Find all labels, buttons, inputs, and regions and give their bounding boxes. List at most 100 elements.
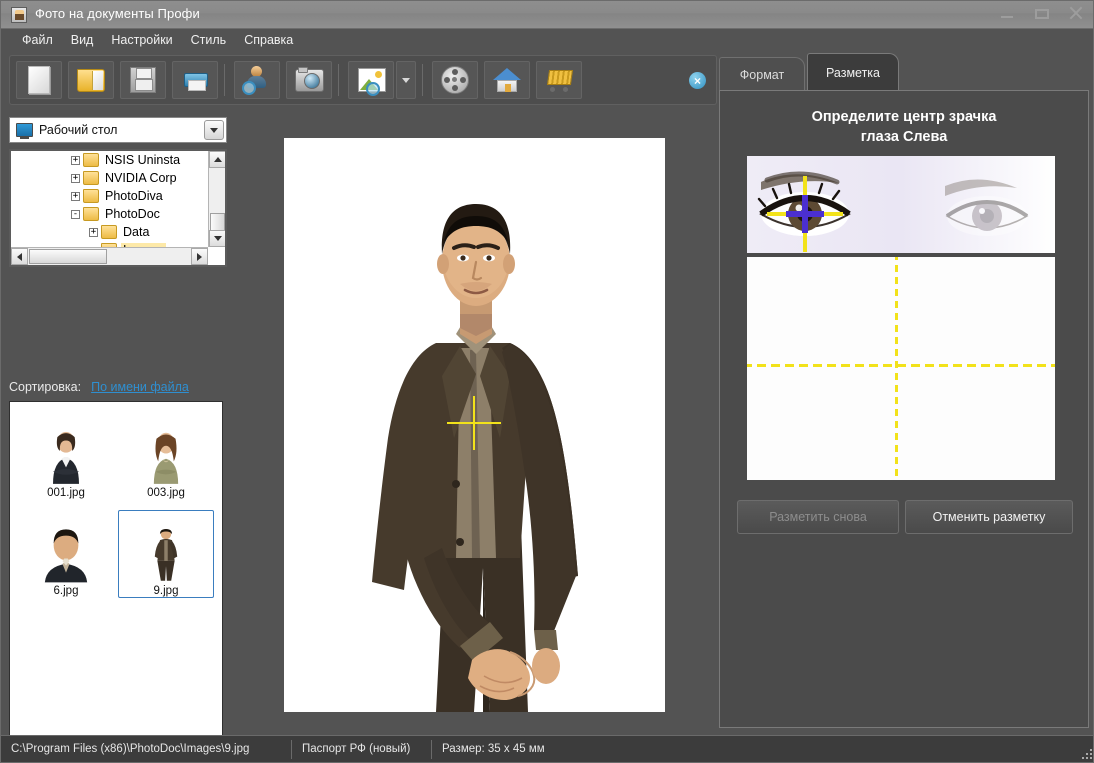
triangle-left-icon xyxy=(17,253,22,261)
photo-canvas[interactable] xyxy=(284,138,665,712)
toolbar-save-button[interactable] xyxy=(120,61,166,99)
thumbnail-label: 9.jpg xyxy=(154,585,179,597)
tree-item-label: PhotoDoc xyxy=(103,207,162,221)
menu-item-settings[interactable]: Настройки xyxy=(102,31,181,49)
remark-again-button[interactable]: Разметить снова xyxy=(737,500,899,534)
cancel-markup-button[interactable]: Отменить разметку xyxy=(905,500,1073,534)
scroll-down-button[interactable] xyxy=(209,230,226,247)
thumbnail-item[interactable]: 9.jpg xyxy=(118,510,214,598)
tree-item[interactable]: +NVIDIA Corp xyxy=(11,169,208,187)
thumbnail-image xyxy=(124,421,208,485)
print-icon xyxy=(180,65,210,95)
eye-reference-image xyxy=(747,156,1055,253)
menu-item-style[interactable]: Стиль xyxy=(182,31,236,49)
scroll-up-button[interactable] xyxy=(209,151,226,168)
chevron-down-icon xyxy=(210,128,218,133)
menu-item-help[interactable]: Справка xyxy=(235,31,302,49)
window-title: Фото на документы Профи xyxy=(35,6,200,21)
folder-icon xyxy=(83,153,99,167)
desktop-icon xyxy=(16,123,33,137)
toolbar-preview-dropdown[interactable] xyxy=(396,61,416,99)
toolbar-open-button[interactable] xyxy=(68,61,114,99)
scroll-right-button[interactable] xyxy=(191,248,208,265)
menu-bar: Файл Вид Настройки Стиль Справка xyxy=(1,29,1094,51)
toolbar-separator xyxy=(422,64,423,96)
tree-item[interactable]: + PhotoDiva xyxy=(11,187,208,205)
toolbar-find-person-button[interactable] xyxy=(234,61,280,99)
guide-line-vertical xyxy=(895,257,898,480)
expand-icon[interactable]: + xyxy=(71,192,80,201)
thumbnail-label: 001.jpg xyxy=(47,487,85,499)
thumbnail-image xyxy=(24,519,108,583)
folder-icon xyxy=(83,189,99,203)
window-controls xyxy=(997,5,1087,21)
scroll-left-button[interactable] xyxy=(11,248,28,265)
tree-horizontal-scrollbar[interactable] xyxy=(11,247,208,265)
title-bar: Фото на документы Профи xyxy=(1,1,1094,29)
markup-heading: Определите центр зрачка глаза Слева xyxy=(720,107,1088,147)
tree-item[interactable]: - PhotoDoc xyxy=(11,205,208,223)
menu-item-file[interactable]: Файл xyxy=(13,31,62,49)
toolbar-home-button[interactable] xyxy=(484,61,530,99)
eye-center-marker xyxy=(767,176,843,252)
toolbar-print-button[interactable] xyxy=(172,61,218,99)
tree-vertical-scrollbar[interactable] xyxy=(208,151,225,247)
triangle-up-icon xyxy=(214,157,222,162)
minimize-icon[interactable] xyxy=(997,5,1019,21)
toolbar-preview-button[interactable] xyxy=(348,61,394,99)
camera-icon xyxy=(294,65,324,95)
expand-icon[interactable]: + xyxy=(71,156,80,165)
open-folder-icon xyxy=(76,65,106,95)
tree-item-label: PhotoDiva xyxy=(103,189,165,203)
folder-tree[interactable]: +NSIS Uninsta+NVIDIA Corp+PhotoDiva-Phot… xyxy=(9,149,227,267)
markup-buttons: Разметить снова Отменить разметку xyxy=(737,500,1073,534)
thumbnail-item[interactable]: 6.jpg xyxy=(18,510,114,598)
resize-grip[interactable] xyxy=(1078,745,1092,759)
toolbar-cart-button[interactable] xyxy=(536,61,582,99)
sort-link[interactable]: По имени файла xyxy=(91,380,189,394)
photo-image xyxy=(284,138,665,712)
location-combobox[interactable]: Рабочий стол xyxy=(9,117,227,143)
thumbnail-label: 003.jpg xyxy=(147,487,185,499)
maximize-icon[interactable] xyxy=(1031,5,1053,21)
scroll-thumb-horizontal[interactable] xyxy=(29,249,107,264)
film-reel-icon xyxy=(440,65,470,95)
toolbar-new-button[interactable] xyxy=(16,61,62,99)
folder-icon xyxy=(83,207,99,221)
expand-icon[interactable]: + xyxy=(71,174,80,183)
thumbnail-item[interactable]: 001.jpg xyxy=(18,412,114,500)
application-window: Фото на документы Профи Файл Вид Настрой… xyxy=(0,0,1094,763)
expand-icon[interactable]: + xyxy=(89,228,98,237)
collapse-icon[interactable]: - xyxy=(71,210,80,219)
app-portrait-icon xyxy=(11,7,27,23)
save-icon xyxy=(128,65,158,95)
toolbar-close-icon[interactable]: × xyxy=(689,72,706,89)
tab-format[interactable]: Формат xyxy=(719,57,805,91)
folder-icon xyxy=(83,171,99,185)
home-icon xyxy=(492,65,522,95)
location-dropdown-button[interactable] xyxy=(204,120,224,140)
tab-markup[interactable]: Разметка xyxy=(807,53,899,91)
tree-item[interactable]: +Data xyxy=(11,223,208,241)
toolbar-film-button[interactable] xyxy=(432,61,478,99)
thumbnail-image xyxy=(24,421,108,485)
markup-guide-area[interactable] xyxy=(747,257,1055,480)
dropdown-arrow-icon xyxy=(402,78,410,83)
guide-line-horizontal xyxy=(747,364,1055,367)
folder-tree-rows: +NSIS Uninsta+NVIDIA Corp+PhotoDiva-Phot… xyxy=(11,151,208,247)
thumbnail-item[interactable]: 003.jpg xyxy=(118,412,214,500)
markup-panel: Определите центр зрачка глаза Слева xyxy=(719,90,1089,728)
sort-label: Сортировка: xyxy=(9,380,81,394)
status-size: Размер: 35 x 45 мм xyxy=(431,740,555,759)
toolbar-separator xyxy=(338,64,339,96)
close-icon[interactable] xyxy=(1065,5,1087,21)
thumbnail-list[interactable]: 001.jpg 003.jpg 6.jpg 9.jpg xyxy=(9,401,223,763)
thumbnail-image xyxy=(124,519,208,583)
status-file-path: C:\Program Files (x86)\PhotoDoc\Images\9… xyxy=(1,740,291,759)
triangle-down-icon xyxy=(214,236,222,241)
toolbar-separator xyxy=(224,64,225,96)
toolbar-camera-button[interactable] xyxy=(286,61,332,99)
tree-item[interactable]: +NSIS Uninsta xyxy=(11,151,208,169)
sidebar: Рабочий стол +NSIS Uninsta+NVIDIA Corp+P… xyxy=(9,117,231,729)
menu-item-view[interactable]: Вид xyxy=(62,31,103,49)
